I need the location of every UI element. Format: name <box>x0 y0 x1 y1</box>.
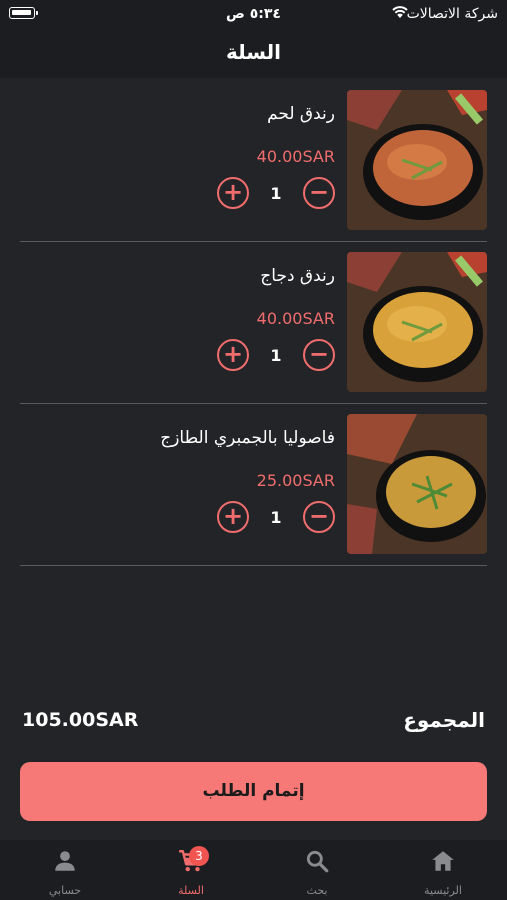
status-bar: ٥:٣٤ ص شركة الاتصالات <box>0 0 507 28</box>
person-icon <box>55 851 75 871</box>
tab-label: حسابي <box>48 884 82 897</box>
tab-label: السلة <box>178 884 204 897</box>
tab-account[interactable]: حسابي <box>10 840 120 900</box>
decrease-button[interactable]: − <box>303 339 335 371</box>
tab-cart[interactable]: 3 السلة <box>136 840 246 900</box>
cart-count-badge: 3 <box>189 846 209 866</box>
item-price: 40.00SAR <box>256 309 335 328</box>
tab-search[interactable]: بحث <box>262 840 372 900</box>
item-price: 25.00SAR <box>256 471 335 490</box>
carrier-name: شركة الاتصالات <box>406 6 498 22</box>
increase-button[interactable]: + <box>217 501 249 533</box>
quantity-stepper: + 1 − <box>217 501 335 533</box>
tab-home[interactable]: الرئيسية <box>388 840 498 900</box>
quantity-stepper: + 1 − <box>217 339 335 371</box>
item-name: رندق دجاج <box>260 266 335 286</box>
home-icon <box>432 851 454 871</box>
item-name: رندق لحم <box>267 104 335 124</box>
tab-label: بحث <box>306 884 328 897</box>
cart-item: فاصوليا بالجمبري الطازج 25.00SAR + 1 − <box>20 404 487 566</box>
tab-label: الرئيسية <box>424 884 462 897</box>
quantity-stepper: + 1 − <box>217 177 335 209</box>
cart-item: رندق لحم 40.00SAR + 1 − <box>20 80 487 242</box>
quantity-value: 1 <box>270 184 282 203</box>
item-price: 40.00SAR <box>256 147 335 166</box>
checkout-button[interactable]: إتمام الطلب <box>20 762 487 821</box>
increase-button[interactable]: + <box>217 339 249 371</box>
food-image <box>347 90 487 230</box>
total-amount: 105.00SAR <box>22 709 139 731</box>
quantity-value: 1 <box>270 346 282 365</box>
quantity-value: 1 <box>270 508 282 527</box>
cart-item: رندق دجاج 40.00SAR + 1 − <box>20 242 487 404</box>
increase-button[interactable]: + <box>217 177 249 209</box>
header: السلة <box>0 28 507 78</box>
food-image <box>347 414 487 554</box>
food-image <box>347 252 487 392</box>
page-title: السلة <box>225 40 281 64</box>
item-name: فاصوليا بالجمبري الطازج <box>160 428 335 448</box>
decrease-button[interactable]: − <box>303 501 335 533</box>
decrease-button[interactable]: − <box>303 177 335 209</box>
total-label: المجموع <box>403 708 485 732</box>
tab-bar: الرئيسية بحث 3 السلة حسابي <box>0 840 507 900</box>
search-icon <box>306 850 329 873</box>
